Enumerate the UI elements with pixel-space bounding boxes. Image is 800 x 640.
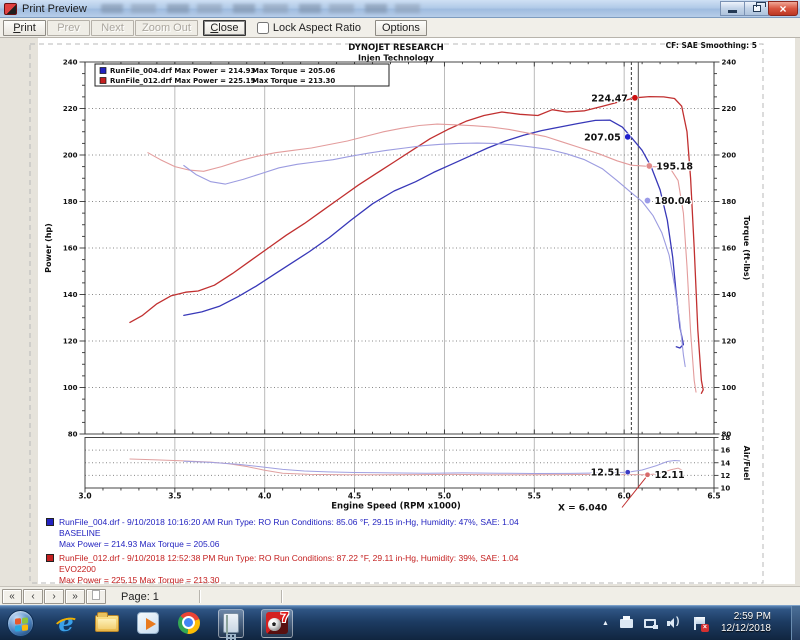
close-preview-button[interactable]: Close — [203, 20, 246, 36]
toolbar: Print Prev Next Zoom Out Close Lock Aspe… — [0, 18, 800, 38]
network-tray-icon[interactable] — [644, 619, 656, 628]
nav-last-button[interactable]: » — [65, 589, 85, 604]
windows-logo-icon — [15, 617, 28, 631]
show-desktop-button[interactable] — [791, 606, 800, 640]
internet-explorer-icon: e — [58, 613, 73, 633]
page-indicator: Page: 1 — [121, 591, 159, 603]
lock-aspect-checkbox[interactable] — [257, 22, 269, 34]
calculator-icon — [223, 613, 239, 633]
statusbar-divider — [199, 590, 201, 603]
print-button[interactable]: Print — [3, 20, 46, 36]
taskbar-clock[interactable]: 2:59 PM 12/12/2018 — [721, 611, 771, 635]
zoom-out-button[interactable]: Zoom Out — [135, 20, 198, 36]
start-button[interactable] — [7, 610, 34, 637]
nav-next-button[interactable]: › — [44, 589, 64, 604]
restore-button[interactable] — [744, 1, 769, 16]
nav-prev-button[interactable]: ‹ — [23, 589, 43, 604]
run-swatch-red — [46, 554, 54, 562]
folder-icon — [95, 615, 119, 632]
nav-first-button[interactable]: « — [2, 589, 22, 604]
dyno-app-icon: 7 — [266, 612, 288, 634]
blurred-document-title — [101, 4, 431, 13]
window-titlebar: Print Preview × — [0, 0, 800, 18]
window-title: Print Preview — [22, 3, 87, 15]
run-line-name: BASELINE — [59, 528, 519, 539]
run-line-details: RunFile_004.drf - 9/10/2018 10:16:20 AM … — [59, 517, 519, 528]
run-info: RunFile_004.drf - 9/10/2018 10:16:20 AM … — [46, 517, 519, 589]
run-info-evo2200: RunFile_012.drf - 9/10/2018 12:52:38 PM … — [46, 553, 519, 586]
lock-aspect-label: Lock Aspect Ratio — [273, 22, 361, 34]
clock-time: 2:59 PM — [721, 611, 771, 623]
page-icon — [92, 590, 100, 600]
hidden-icons-chevron-icon[interactable]: ▲ — [602, 620, 609, 627]
page-setup-button[interactable] — [86, 589, 106, 604]
prev-button[interactable]: Prev — [47, 20, 90, 36]
run-swatch-blue — [46, 518, 54, 526]
options-button[interactable]: Options — [375, 20, 427, 36]
run-line-max: Max Power = 214.93 Max Torque = 205.06 — [59, 539, 519, 550]
preview-area: DYNOJET RESEARCH Injen Technology CF: SA… — [0, 38, 800, 586]
run-line-details: RunFile_012.drf - 9/10/2018 12:52:38 PM … — [59, 553, 519, 564]
close-window-button[interactable]: × — [768, 1, 798, 16]
volume-tray-icon[interactable]: ) — [667, 618, 683, 628]
clock-date: 12/12/2018 — [721, 623, 771, 635]
system-tray: ▲ ) × 2:59 PM 12/12/2018 — [602, 606, 800, 640]
app-icon — [4, 3, 17, 15]
statusbar-divider — [281, 590, 283, 603]
taskbar-icon-internet-explorer[interactable]: e — [54, 611, 78, 635]
chrome-icon — [178, 612, 200, 634]
run-line-max: Max Power = 225.15 Max Torque = 213.30 — [59, 575, 519, 586]
print-preview-window: Print Preview × Print Prev Next Zoom Out… — [0, 0, 800, 640]
statusbar: « ‹ › » Page: 1 — [0, 586, 800, 605]
action-center-icon[interactable]: × — [694, 617, 706, 630]
taskbar-icon-media-player[interactable] — [136, 611, 160, 635]
taskbar-button-calculator[interactable] — [218, 609, 244, 638]
taskbar-icon-chrome[interactable] — [177, 611, 201, 635]
report-page — [38, 38, 795, 584]
taskbar-icon-file-explorer[interactable] — [95, 611, 119, 635]
printer-tray-icon[interactable] — [620, 619, 633, 628]
media-player-icon — [137, 612, 159, 634]
run-info-baseline: RunFile_004.drf - 9/10/2018 10:16:20 AM … — [46, 517, 519, 550]
next-button[interactable]: Next — [91, 20, 134, 36]
taskbar-button-dyno-app[interactable]: 7 — [261, 609, 293, 638]
run-line-name: EVO2200 — [59, 564, 519, 575]
minimize-button[interactable] — [720, 1, 745, 16]
taskbar: e 7 ▲ ) × 2:59 PM 12/12/2018 — [0, 605, 800, 640]
